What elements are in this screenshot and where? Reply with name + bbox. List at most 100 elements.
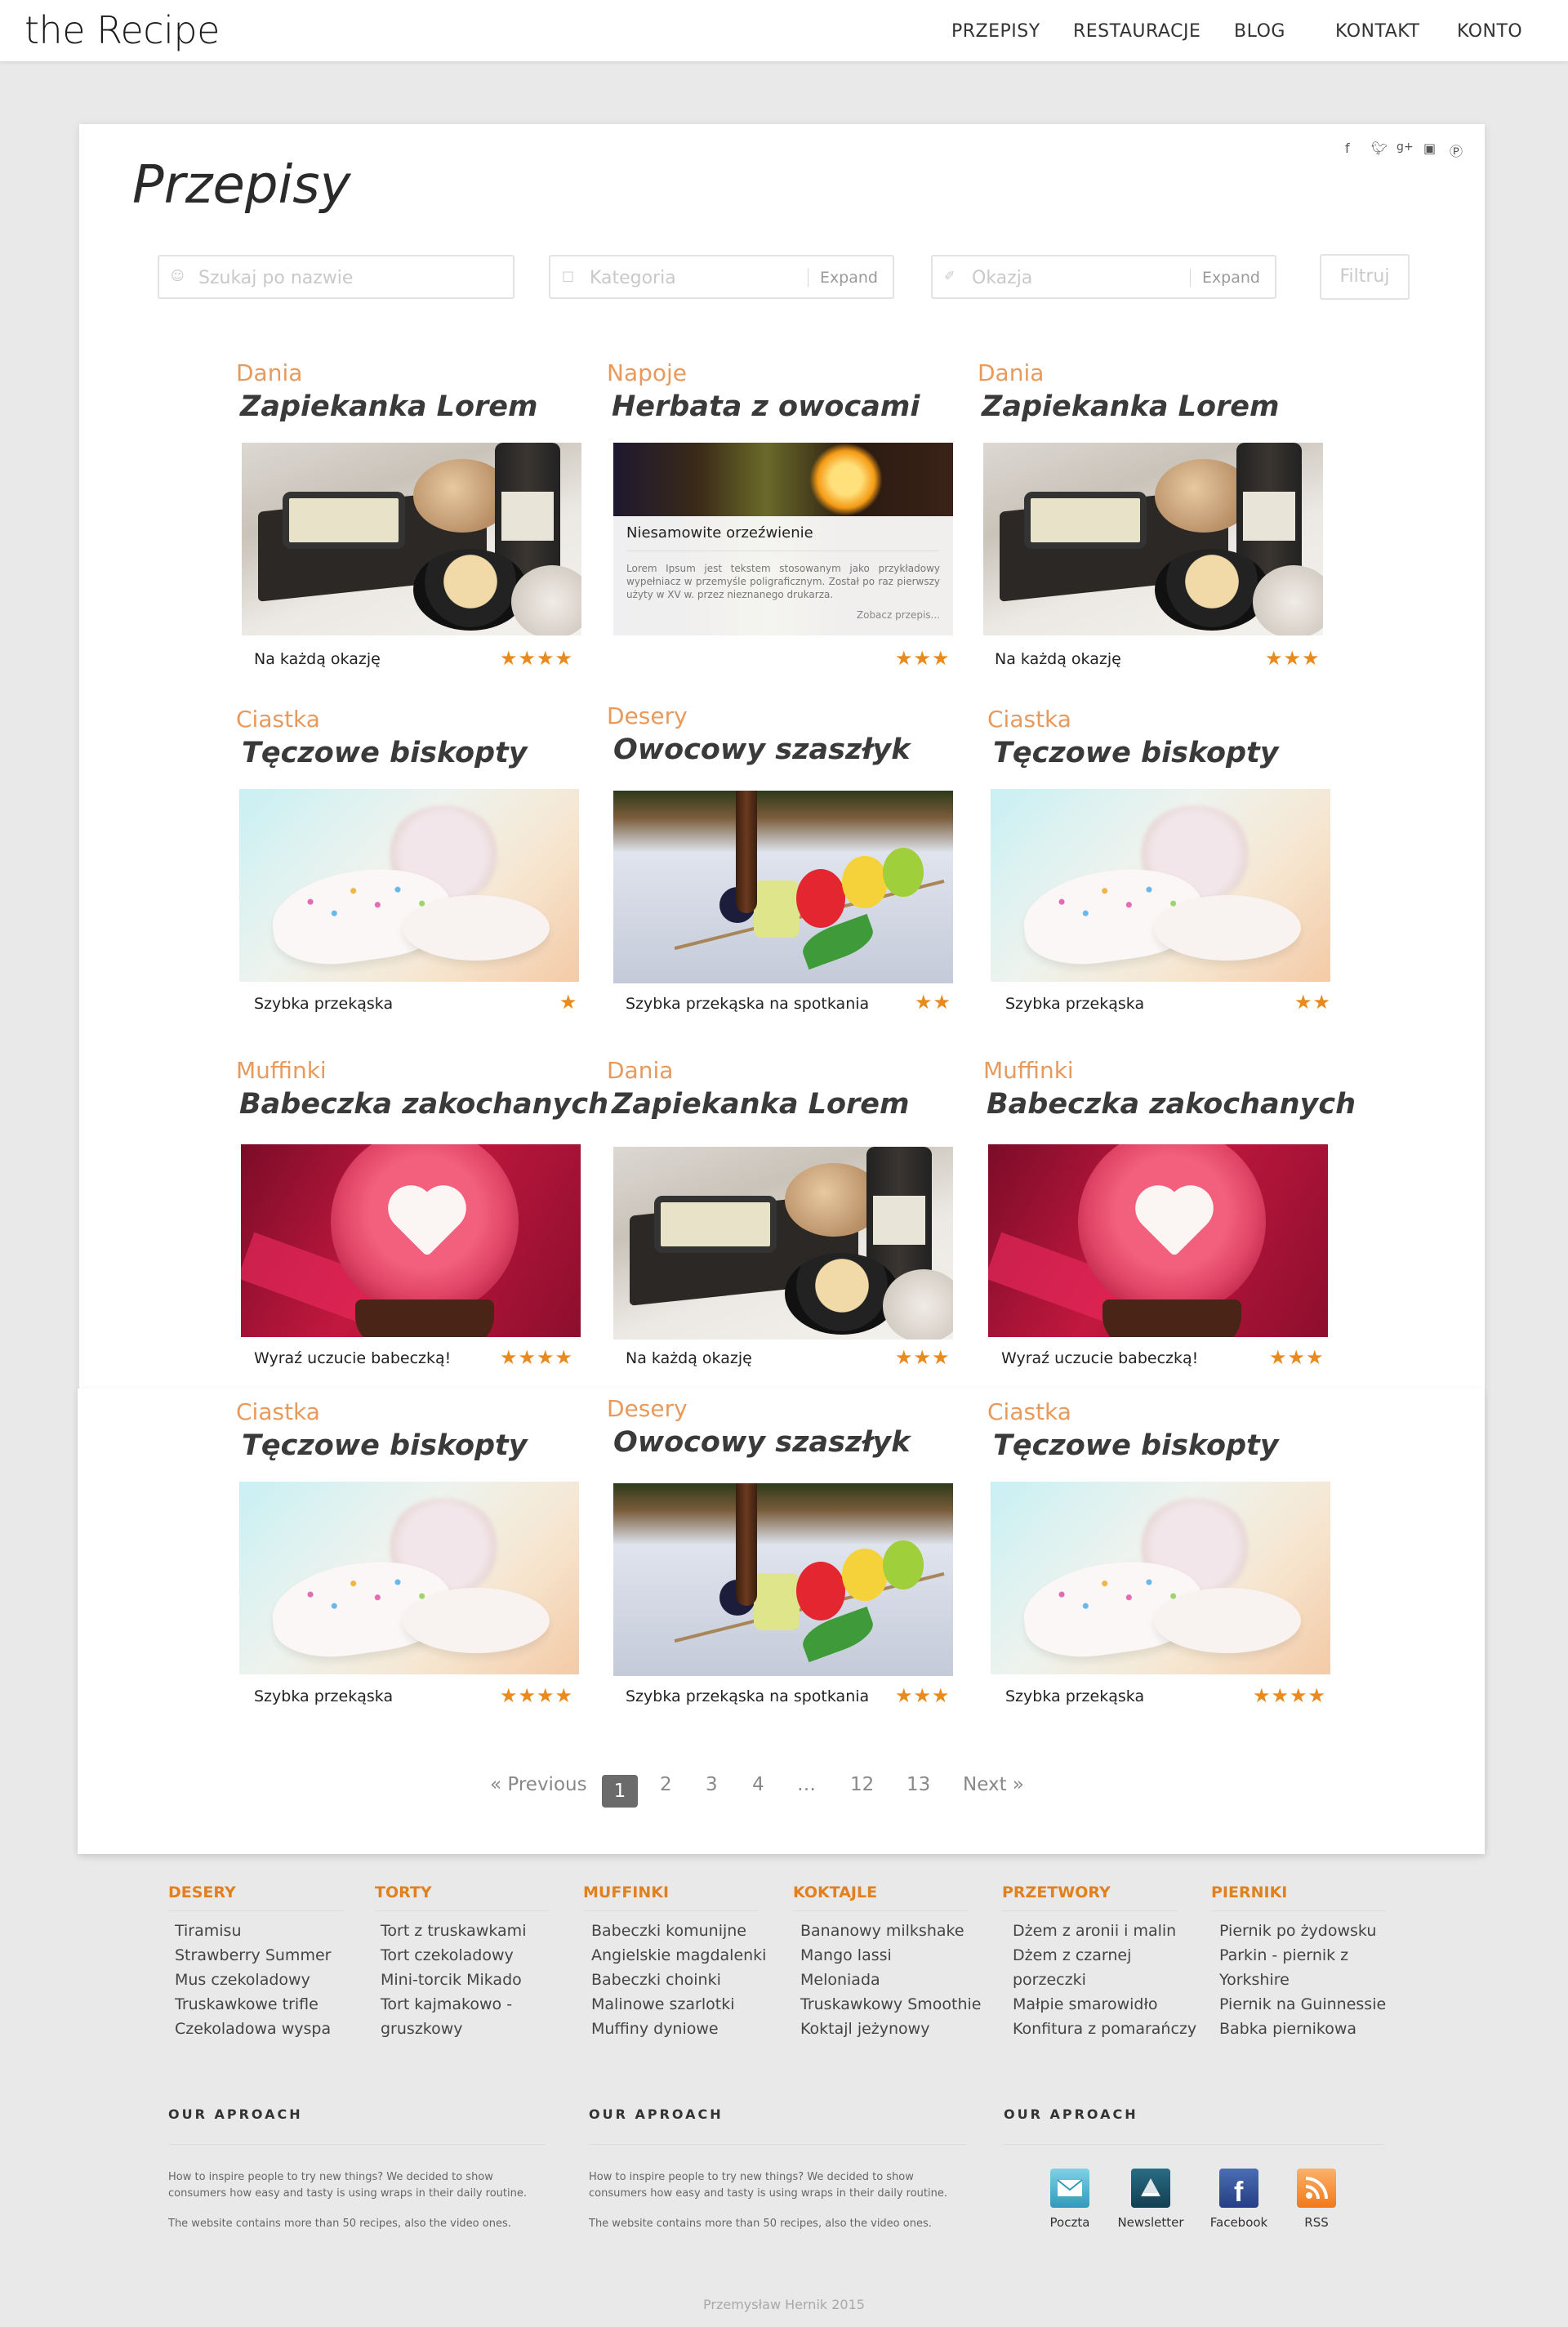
recipe-category[interactable]: Desery (607, 702, 688, 729)
footer-link[interactable]: Truskawkowy Smoothie (800, 1992, 981, 2017)
mail-icon[interactable] (1050, 2169, 1089, 2208)
pagination-page[interactable]: 13 (906, 1774, 930, 1795)
pagination-next[interactable]: Next » (963, 1774, 1024, 1795)
overlay-more-link[interactable]: Zobacz przepis... (857, 609, 940, 621)
recipe-image-muffin[interactable] (241, 1144, 581, 1337)
footer-link[interactable]: Mus czekoladowy (175, 1968, 310, 1992)
recipe-title[interactable]: Tęczowe biskopty (242, 1429, 528, 1462)
social-label-facebook[interactable]: Facebook (1202, 2215, 1276, 2230)
recipe-category[interactable]: Muffinki (236, 1057, 327, 1084)
recipe-title[interactable]: Herbata z owocami (612, 390, 920, 423)
footer-link[interactable]: Meloniada (800, 1968, 880, 1992)
recipe-image-skewer[interactable] (613, 791, 953, 983)
footer-link[interactable]: gruszkowy (381, 2017, 463, 2041)
recipe-image-cookies[interactable] (239, 789, 579, 982)
rss-icon[interactable] (1297, 2169, 1336, 2208)
recipe-category[interactable]: Dania (978, 359, 1044, 386)
footer-link[interactable]: Strawberry Summer (175, 1943, 331, 1968)
google-plus-icon[interactable]: g+ (1396, 140, 1414, 154)
social-label-rss[interactable]: RSS (1280, 2215, 1353, 2230)
footer-link[interactable]: Konfitura z pomarańczy (1013, 2017, 1196, 2041)
pagination-page[interactable]: 3 (706, 1774, 718, 1795)
recipe-category[interactable]: Ciastka (987, 1398, 1071, 1425)
footer-heading-desery[interactable]: DESERY (168, 1883, 236, 1901)
pagination-previous[interactable]: « Previous (490, 1774, 587, 1795)
recipe-image-casserole[interactable] (983, 443, 1323, 635)
recipe-category[interactable]: Ciastka (236, 706, 320, 733)
pagination-page[interactable]: 4 (752, 1774, 764, 1795)
footer-link[interactable]: Koktajl jeżynowy (800, 2017, 929, 2041)
footer-link[interactable]: Yorkshire (1219, 1968, 1290, 1992)
footer-link[interactable]: Tort z truskawkami (381, 1919, 526, 1943)
recipe-image-cookies[interactable] (991, 789, 1330, 982)
recipe-category[interactable]: Ciastka (987, 706, 1071, 733)
social-label-newsletter[interactable]: Newsletter (1114, 2215, 1187, 2230)
recipe-title[interactable]: Tęczowe biskopty (993, 737, 1279, 769)
category-expand[interactable]: Expand (807, 269, 878, 287)
facebook-icon[interactable]: f (1219, 2169, 1258, 2208)
footer-link[interactable]: Czekoladowa wyspa (175, 2017, 331, 2041)
nav-restauracje[interactable]: RESTAURACJE (1073, 21, 1200, 42)
footer-link[interactable]: Dżem z aronii i malin (1013, 1919, 1176, 1943)
recipe-category[interactable]: Dania (236, 359, 302, 386)
footer-link[interactable]: Parkin - piernik z (1219, 1943, 1348, 1968)
footer-link[interactable]: Angielskie magdalenki (591, 1943, 766, 1968)
footer-link[interactable]: Tort kajmakowo - (381, 1992, 512, 2017)
recipe-title[interactable]: Babeczka zakochanych (239, 1088, 608, 1121)
footer-link[interactable]: Malinowe szarlotki (591, 1992, 735, 2017)
recipe-category[interactable]: Napoje (607, 359, 687, 386)
footer-link[interactable]: Mini-torcik Mikado (381, 1968, 522, 1992)
recipe-title[interactable]: Babeczka zakochanych (987, 1088, 1356, 1121)
recipe-image-casserole[interactable] (613, 1147, 953, 1340)
recipe-title[interactable]: Zapiekanka Lorem (240, 390, 538, 423)
recipe-image-cookies[interactable] (991, 1482, 1330, 1674)
recipe-image-muffin[interactable] (988, 1144, 1328, 1337)
footer-link[interactable]: Babeczki komunijne (591, 1919, 746, 1943)
pagination-page-current[interactable]: 1 (602, 1775, 638, 1808)
footer-link[interactable]: Tiramisu (175, 1919, 241, 1943)
social-label-poczta[interactable]: Poczta (1033, 2215, 1107, 2230)
recipe-title[interactable]: Tęczowe biskopty (242, 737, 528, 769)
pinterest-icon[interactable]: Ⓟ (1450, 140, 1463, 160)
nav-kontakt[interactable]: KONTAKT (1335, 21, 1419, 42)
pagination-page[interactable]: 2 (660, 1774, 672, 1795)
footer-heading-pierniki[interactable]: PIERNIKI (1211, 1883, 1287, 1901)
recipe-category[interactable]: Dania (607, 1057, 673, 1084)
instagram-icon[interactable]: ▣ (1423, 140, 1436, 156)
footer-link[interactable]: Piernik po żydowsku (1219, 1919, 1376, 1943)
nav-blog[interactable]: BLOG (1234, 21, 1285, 42)
search-input[interactable]: ☺ Szukaj po nazwie (158, 255, 514, 299)
recipe-title[interactable]: Zapiekanka Lorem (982, 390, 1280, 423)
recipe-title[interactable]: Owocowy szaszłyk (613, 1426, 911, 1459)
recipe-title[interactable]: Tęczowe biskopty (993, 1429, 1279, 1462)
recipe-title[interactable]: Owocowy szaszłyk (613, 733, 911, 766)
footer-heading-muffinki[interactable]: MUFFINKI (583, 1883, 669, 1901)
filter-button[interactable]: Filtruj (1320, 254, 1410, 300)
twitter-icon[interactable]: 🐦︎ (1371, 140, 1388, 156)
footer-link[interactable]: porzeczki (1013, 1968, 1086, 1992)
footer-link[interactable]: Mango lassi (800, 1943, 892, 1968)
newsletter-icon[interactable] (1131, 2169, 1170, 2208)
footer-link[interactable]: Truskawkowe trifle (175, 1992, 318, 2017)
footer-link[interactable]: Babeczki choinki (591, 1968, 721, 1992)
occasion-select[interactable]: ✐ Okazja Expand (931, 255, 1276, 299)
nav-konto[interactable]: KONTO (1457, 21, 1522, 42)
footer-heading-przetwory[interactable]: PRZETWORY (1002, 1883, 1111, 1901)
footer-link[interactable]: Małpie smarowidło (1013, 1992, 1157, 2017)
category-select[interactable]: □ Kategoria Expand (549, 255, 894, 299)
pagination-page[interactable]: 12 (850, 1774, 874, 1795)
footer-link[interactable]: Piernik na Guinnessie (1219, 1992, 1386, 2017)
footer-link[interactable]: Tort czekoladowy (381, 1943, 514, 1968)
recipe-hover-overlay[interactable]: Niesamowite orzeźwienie Lorem Ipsum jest… (613, 516, 953, 635)
nav-przepisy[interactable]: PRZEPISY (951, 21, 1040, 42)
brand-logo[interactable]: the Recipe (24, 8, 220, 52)
footer-link[interactable]: Babka piernikowa (1219, 2017, 1356, 2041)
recipe-image-skewer[interactable] (613, 1483, 953, 1676)
footer-link[interactable]: Muffiny dyniowe (591, 2017, 719, 2041)
recipe-category[interactable]: Muffinki (983, 1057, 1074, 1084)
footer-heading-torty[interactable]: TORTY (375, 1883, 432, 1901)
occasion-expand[interactable]: Expand (1189, 269, 1260, 287)
footer-link[interactable]: Bananowy milkshake (800, 1919, 964, 1943)
footer-heading-koktajle[interactable]: KOKTAJLE (793, 1883, 877, 1901)
recipe-image-casserole[interactable] (242, 443, 581, 635)
